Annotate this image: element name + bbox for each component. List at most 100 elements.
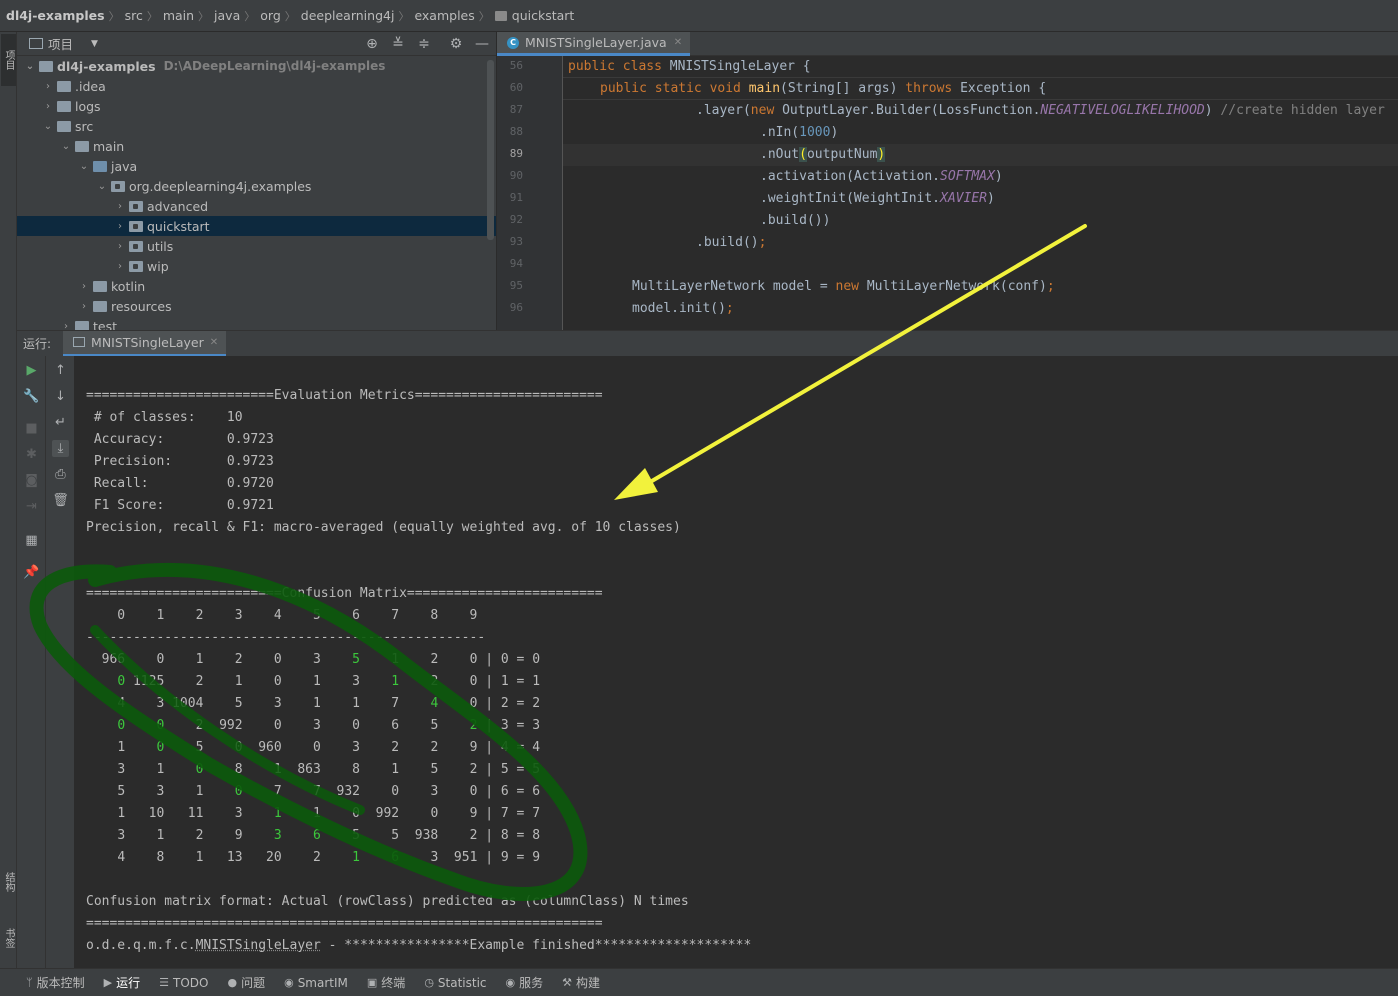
- stop-icon[interactable]: ■: [23, 420, 40, 437]
- confusion-matrix-cell: 0: [469, 674, 478, 689]
- tree-item-quickstart[interactable]: › quickstart: [17, 216, 496, 236]
- code-editor: C MNISTSingleLayer.java ✕ 56 60 87 88 89…: [497, 32, 1398, 330]
- status-item-smartim[interactable]: ◉ SmartIM: [284, 976, 348, 990]
- close-icon[interactable]: ✕: [674, 37, 682, 48]
- logger-class-link[interactable]: MNISTSingleLayer: [196, 938, 321, 953]
- tree-item-label: advanced: [147, 198, 209, 214]
- confusion-matrix-cell: 1: [352, 850, 360, 865]
- run-toolbar-secondary: ↑ ↓ ↵ ⤓ ⎙ 🗑: [46, 356, 75, 968]
- tree-item-src[interactable]: ⌄ src: [17, 116, 496, 136]
- up-arrow-icon[interactable]: ↑: [52, 362, 69, 379]
- tree-item-wip[interactable]: › wip: [17, 256, 496, 276]
- chevron-down-icon[interactable]: ⌄: [41, 121, 55, 132]
- status-item-problems[interactable]: ● 问题: [227, 974, 265, 991]
- breadcrumb-item[interactable]: src: [125, 8, 143, 23]
- chevron-right-icon: 〉: [108, 9, 120, 23]
- chevron-right-icon[interactable]: ›: [41, 81, 55, 92]
- breadcrumb-item[interactable]: java: [214, 8, 240, 23]
- close-icon[interactable]: ✕: [210, 337, 218, 348]
- console-output[interactable]: ========================Evaluation Metri…: [75, 356, 1398, 968]
- project-panel-title[interactable]: 项目: [48, 34, 73, 53]
- confusion-matrix-cell: 2: [469, 828, 478, 843]
- tree-item-main[interactable]: ⌄ main: [17, 136, 496, 156]
- down-arrow-icon[interactable]: ↓: [52, 388, 69, 405]
- confusion-matrix-row: 1 0 5 0 960 0 3 2 2 9 | 4 = 4: [117, 740, 541, 755]
- package-icon: [494, 10, 507, 21]
- status-item-run[interactable]: ▶ 运行: [104, 974, 140, 991]
- print-icon[interactable]: ⎙: [52, 466, 69, 483]
- breadcrumb-item[interactable]: main: [163, 8, 194, 23]
- breadcrumb-item[interactable]: org: [260, 8, 281, 23]
- crosshair-icon[interactable]: ⊕: [364, 36, 380, 52]
- chevron-right-icon[interactable]: ›: [41, 101, 55, 112]
- minimize-icon[interactable]: —: [474, 36, 490, 52]
- chevron-right-icon[interactable]: ›: [113, 221, 127, 232]
- trash-icon[interactable]: 🗑: [52, 492, 69, 509]
- status-item-todo[interactable]: ☰ TODO: [159, 976, 208, 990]
- project-tool-tab[interactable]: 项目: [1, 34, 16, 86]
- confusion-matrix-cell: 1: [313, 806, 321, 821]
- tree-item-kotlin[interactable]: › kotlin: [17, 276, 496, 296]
- chevron-right-icon[interactable]: ›: [113, 201, 127, 212]
- bookmarks-tool-tab[interactable]: 书签: [1, 918, 16, 958]
- chevron-right-icon[interactable]: ›: [113, 241, 127, 252]
- scroll-to-end-icon[interactable]: ⤓: [52, 440, 69, 457]
- debug-icon[interactable]: ✱: [23, 446, 40, 463]
- wrench-icon[interactable]: 🔧: [23, 388, 40, 405]
- chevron-down-icon[interactable]: ⌄: [77, 161, 91, 172]
- chevron-right-icon[interactable]: ›: [77, 281, 91, 292]
- soft-wrap-icon[interactable]: ↵: [52, 414, 69, 431]
- expand-all-icon[interactable]: ≚: [390, 36, 406, 52]
- status-item-statistic[interactable]: ◷ Statistic: [424, 976, 486, 990]
- breadcrumb-item[interactable]: dl4j-examples: [6, 8, 105, 23]
- editor-tab-mnist[interactable]: C MNISTSingleLayer.java ✕: [497, 32, 691, 56]
- pin-icon[interactable]: 📌: [23, 564, 40, 581]
- tree-item-utils[interactable]: › utils: [17, 236, 496, 256]
- chevron-right-icon[interactable]: ›: [77, 301, 91, 312]
- console-line: ========================================…: [86, 916, 603, 931]
- status-item-terminal[interactable]: ▣ 终端: [367, 974, 405, 991]
- breadcrumb-item[interactable]: quickstart: [512, 8, 575, 23]
- console-line: ========================Evaluation Metri…: [86, 388, 603, 403]
- info-icon: ●: [227, 976, 238, 989]
- chevron-down-icon[interactable]: ▼: [91, 39, 98, 49]
- console-line: Recall: 0.9720: [86, 476, 274, 491]
- status-item-build[interactable]: ⚒ 构建: [562, 974, 600, 991]
- chevron-down-icon[interactable]: ⌄: [59, 141, 73, 152]
- code-line: public class MNISTSingleLayer {: [563, 56, 1398, 78]
- run-icon[interactable]: ▶: [23, 362, 40, 379]
- layout-icon[interactable]: ▦: [23, 532, 40, 549]
- tree-item-idea[interactable]: › .idea: [17, 76, 496, 96]
- chevron-right-icon: 〉: [478, 9, 490, 23]
- tree-item-java[interactable]: ⌄ java: [17, 156, 496, 176]
- chevron-down-icon[interactable]: ⌄: [23, 61, 37, 72]
- bookmarks-tab-label: 书签: [3, 928, 14, 948]
- tree-item-resources[interactable]: › resources: [17, 296, 496, 316]
- chevron-right-icon[interactable]: ›: [113, 261, 127, 272]
- camera-icon[interactable]: ◙: [23, 472, 40, 489]
- collapse-all-icon[interactable]: ≑: [416, 36, 432, 52]
- gear-icon[interactable]: ⚙: [448, 36, 464, 52]
- structure-tool-tab[interactable]: 结构: [1, 862, 16, 902]
- chevron-right-icon: 〉: [284, 9, 296, 23]
- tree-item-advanced[interactable]: › advanced: [17, 196, 496, 216]
- code-line-current: .nOut(outputNum): [563, 144, 1398, 166]
- status-item-services[interactable]: ◉ 服务: [506, 974, 544, 991]
- chevron-right-icon[interactable]: ›: [59, 321, 73, 331]
- confusion-matrix-row: 4 8 1 13 20 2 1 6 3 951 | 9 = 9: [117, 850, 541, 865]
- breadcrumb-item[interactable]: deeplearning4j: [301, 8, 395, 23]
- confusion-matrix-cell: 3: [313, 652, 321, 667]
- tree-item-test[interactable]: › test: [17, 316, 496, 330]
- breadcrumb-item[interactable]: examples: [414, 8, 474, 23]
- run-tab-mnist[interactable]: MNISTSingleLayer ✕: [63, 330, 227, 357]
- tree-item-package[interactable]: ⌄ org.deeplearning4j.examples: [17, 176, 496, 196]
- chevron-down-icon[interactable]: ⌄: [95, 181, 109, 192]
- hammer-icon: ⚒: [562, 976, 573, 989]
- code-area[interactable]: public class MNISTSingleLayer { public s…: [563, 56, 1398, 330]
- tree-scrollbar[interactable]: [487, 60, 494, 240]
- tree-item-logs[interactable]: › logs: [17, 96, 496, 116]
- exit-icon[interactable]: ⇥: [23, 498, 40, 515]
- status-item-vcs[interactable]: ᛘ 版本控制: [26, 974, 85, 991]
- tree-item-root[interactable]: ⌄ dl4j-examples D:\ADeepLearning\dl4j-ex…: [17, 56, 496, 76]
- status-item-label: Statistic: [437, 975, 487, 990]
